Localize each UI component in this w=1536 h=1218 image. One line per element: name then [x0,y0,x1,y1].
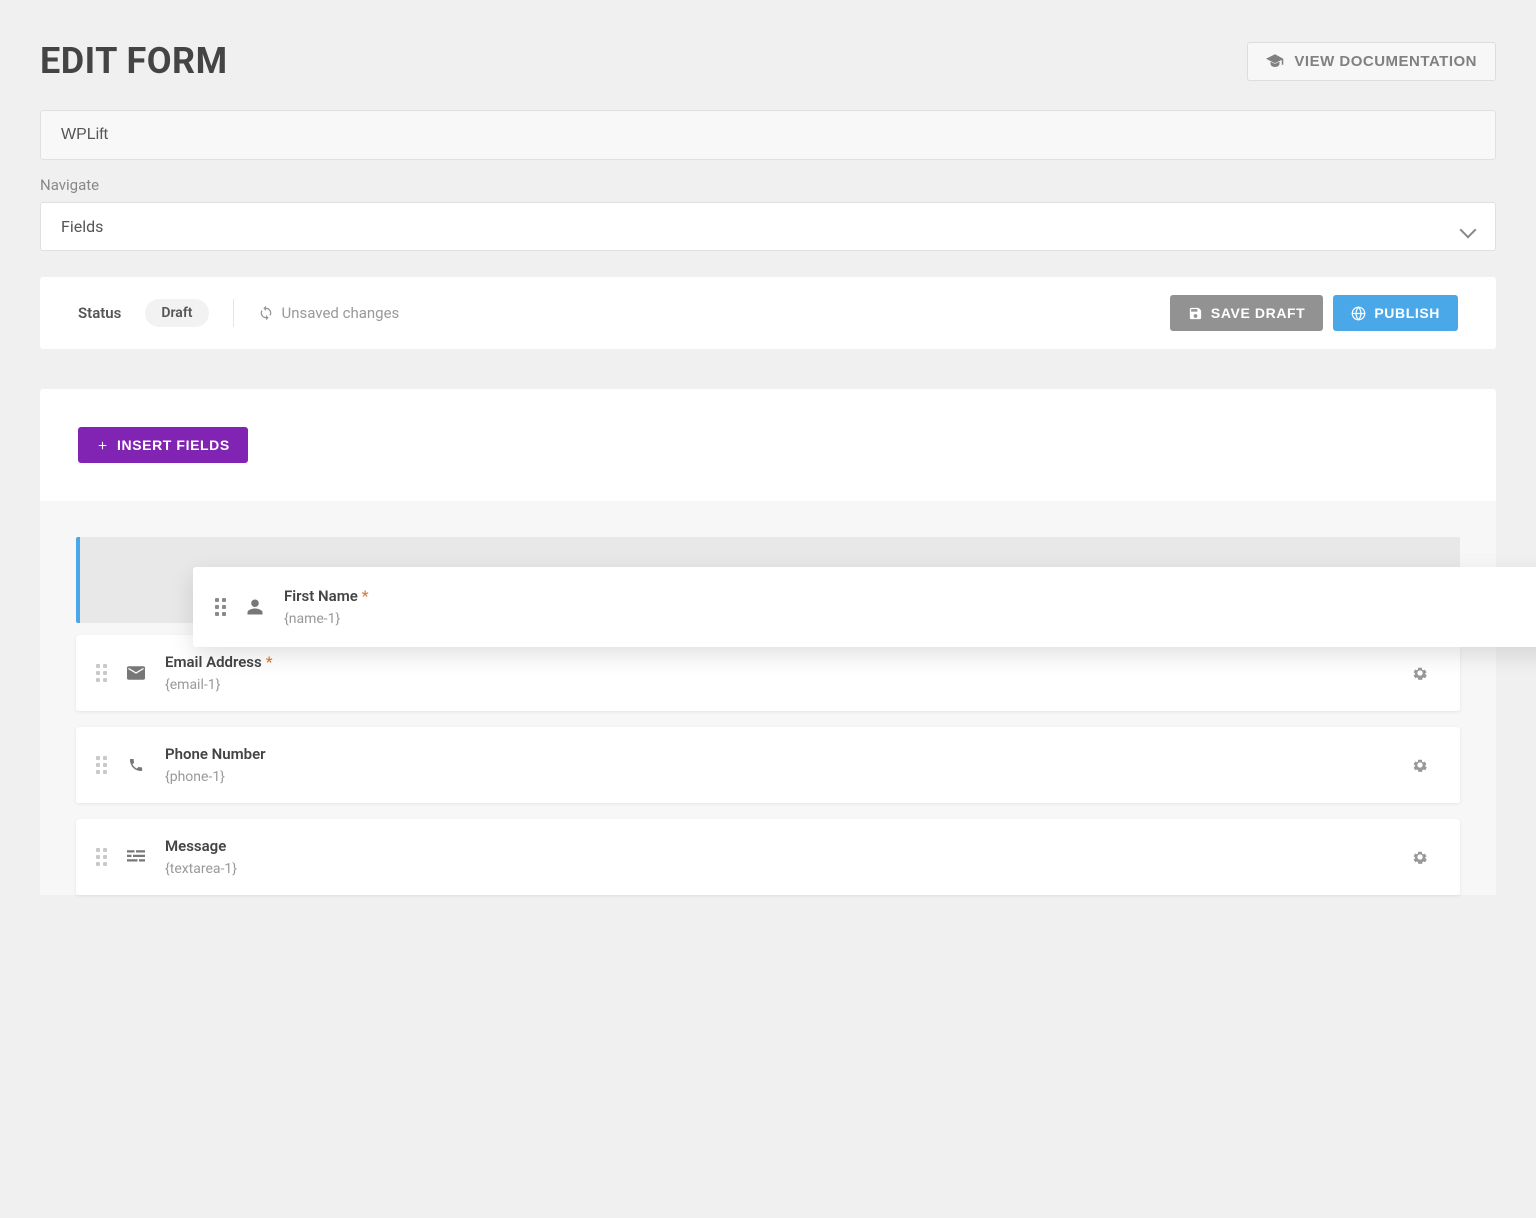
navigate-select-wrap: Fields [40,202,1496,251]
unsaved-text: Unsaved changes [282,304,400,322]
drag-handle-icon[interactable] [215,598,226,616]
insert-section: INSERT FIELDS [40,389,1496,501]
insert-fields-label: INSERT FIELDS [117,437,230,453]
status-bar: Status Draft Unsaved changes SAVE DRAFT … [40,277,1496,349]
drop-placeholder: First Name* {name-1} [76,537,1460,623]
publish-label: PUBLISH [1374,305,1440,321]
drag-handle-icon[interactable] [96,756,107,774]
refresh-icon [258,305,274,321]
field-label: Message [165,837,1440,855]
navigate-label: Navigate [40,176,1496,194]
field-tag: {textarea-1} [165,861,1440,877]
field-label: Email Address* [165,653,1440,671]
header-row: EDIT FORM VIEW DOCUMENTATION [40,40,1496,82]
globe-icon [1351,306,1366,321]
field-card-first-name[interactable]: First Name* {name-1} [193,567,1536,647]
field-text: Message {textarea-1} [165,837,1440,877]
separator [233,299,234,327]
field-tag: {email-1} [165,677,1440,693]
plus-icon [96,439,109,452]
insert-fields-button[interactable]: INSERT FIELDS [78,427,248,463]
save-icon [1188,306,1203,321]
navigate-select[interactable]: Fields [40,202,1496,251]
drag-handle-icon[interactable] [96,848,107,866]
user-icon [244,598,266,616]
envelope-icon [125,666,147,680]
required-marker: * [362,587,369,605]
save-draft-label: SAVE DRAFT [1211,305,1305,321]
field-card-message[interactable]: Message {textarea-1} [76,819,1460,895]
field-tag: {phone-1} [165,769,1440,785]
status-left: Status Draft Unsaved changes [78,299,399,327]
drag-handle-icon[interactable] [96,664,107,682]
form-name-input[interactable] [40,110,1496,160]
field-tag: {name-1} [284,611,1536,627]
textarea-icon [125,850,147,864]
field-card-phone[interactable]: Phone Number {phone-1} [76,727,1460,803]
page-title: EDIT FORM [40,40,228,82]
graduation-cap-icon [1266,54,1284,68]
phone-icon [125,757,147,773]
status-right: SAVE DRAFT PUBLISH [1170,295,1458,331]
field-text: First Name* {name-1} [284,587,1536,627]
gear-icon[interactable] [1412,757,1436,773]
field-label: Phone Number [165,745,1440,763]
status-label: Status [78,304,121,322]
required-marker: * [266,653,273,671]
unsaved-changes: Unsaved changes [258,304,400,322]
doc-button-label: VIEW DOCUMENTATION [1294,53,1477,70]
navigate-selected-value: Fields [61,217,103,236]
field-label: First Name* [284,587,1536,605]
gear-icon[interactable] [1412,849,1436,865]
status-pill: Draft [145,299,208,327]
field-text: Phone Number {phone-1} [165,745,1440,785]
view-documentation-button[interactable]: VIEW DOCUMENTATION [1247,42,1496,81]
field-text: Email Address* {email-1} [165,653,1440,693]
publish-button[interactable]: PUBLISH [1333,295,1458,331]
form-fields-area: First Name* {name-1} Email Address* {ema… [40,501,1496,895]
save-draft-button[interactable]: SAVE DRAFT [1170,295,1323,331]
gear-icon[interactable] [1412,665,1436,681]
